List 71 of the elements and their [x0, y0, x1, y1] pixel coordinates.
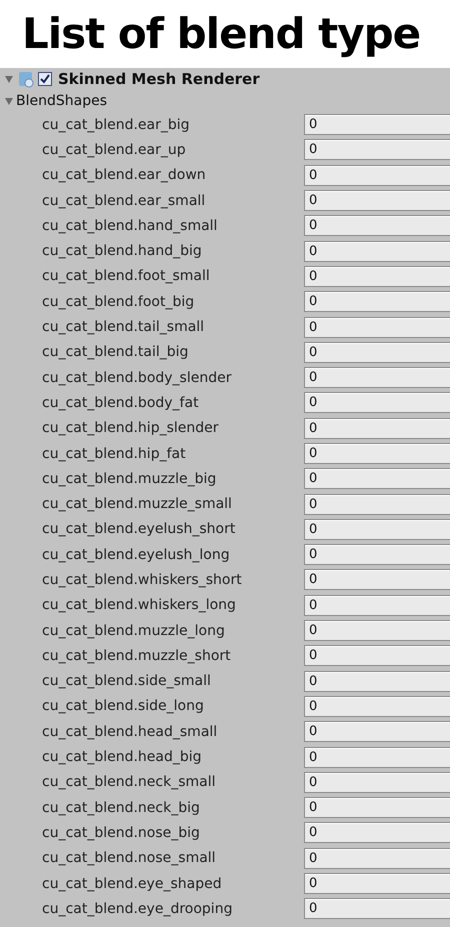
property-label: cu_cat_blend.tail_big	[41, 344, 190, 360]
value-field[interactable]: 0	[304, 164, 450, 186]
property-label: cu_cat_blend.body_fat	[41, 394, 200, 411]
foldout-arrow-icon[interactable]	[4, 96, 14, 106]
property-label: cu_cat_blend.eye_shaped	[41, 876, 223, 892]
property-label: cu_cat_blend.body_slender	[41, 370, 232, 386]
value-field[interactable]: 0	[304, 772, 450, 793]
property-label: cu_cat_blend.hip_slender	[41, 420, 220, 436]
foldout-arrow-icon[interactable]	[4, 74, 14, 84]
property-label: cu_cat_blend.neck_small	[41, 774, 217, 790]
property-label: cu_cat_blend.ear_small	[41, 192, 206, 209]
property-label: cu_cat_blend.muzzle_small	[41, 496, 233, 512]
property-label: cu_cat_blend.hand_small	[41, 218, 218, 234]
value-field[interactable]: 0	[304, 316, 450, 338]
property-label: cu_cat_blend.hip_fat	[41, 446, 187, 462]
property-label: cu_cat_blend.muzzle_big	[41, 470, 218, 487]
value-field[interactable]: 0	[304, 392, 450, 414]
property-label: cu_cat_blend.head_big	[41, 749, 203, 766]
property-label: cu_cat_blend.whiskers_short	[41, 572, 243, 588]
property-label: cu_cat_blend.foot_big	[41, 294, 196, 310]
property-label: cu_cat_blend.eye_drooping	[41, 900, 234, 917]
value-field[interactable]: 0	[304, 291, 450, 312]
property-label: cu_cat_blend.foot_small	[41, 268, 211, 284]
property-label: cu_cat_blend.eyelush_short	[41, 521, 236, 538]
property-label: cu_cat_blend.neck_big	[41, 800, 201, 816]
property-label: cu_cat_blend.nose_small	[41, 850, 217, 866]
property-label: cu_cat_blend.tail_small	[41, 319, 206, 336]
value-field[interactable]: 0	[304, 139, 450, 160]
property-label: cu_cat_blend.eyelush_long	[41, 546, 231, 563]
section-label: BlendShapes	[16, 93, 107, 109]
property-label: cu_cat_blend.muzzle_short	[41, 648, 232, 664]
value-field[interactable]: 0	[304, 746, 450, 768]
property-label: cu_cat_blend.side_long	[41, 698, 205, 714]
value-field[interactable]: 0	[304, 797, 450, 818]
value-field[interactable]: 0	[304, 721, 450, 742]
property-label: cu_cat_blend.whiskers_long	[41, 597, 237, 614]
value-field[interactable]: 0	[304, 873, 450, 894]
value-field[interactable]: 0	[304, 494, 450, 515]
value-field[interactable]: 0	[304, 266, 450, 287]
value-field[interactable]: 0	[304, 190, 450, 212]
value-field[interactable]: 0	[304, 898, 450, 920]
value-field[interactable]: 0	[304, 544, 450, 566]
value-field[interactable]: 0	[304, 114, 450, 136]
value-field[interactable]: 0	[304, 215, 450, 236]
property-label: cu_cat_blend.head_small	[41, 724, 218, 740]
property-label: cu_cat_blend.muzzle_long	[41, 622, 226, 639]
value-field[interactable]: 0	[304, 418, 450, 439]
value-field[interactable]: 0	[304, 518, 450, 540]
enable-checkbox[interactable]	[38, 72, 52, 86]
value-field[interactable]: 0	[304, 240, 450, 262]
value-field[interactable]: 0	[304, 569, 450, 590]
value-field[interactable]: 0	[304, 645, 450, 666]
property-label: cu_cat_blend.nose_big	[41, 824, 201, 841]
value-field[interactable]: 0	[304, 594, 450, 616]
value-field[interactable]: 0	[304, 468, 450, 490]
property-label: cu_cat_blend.ear_down	[41, 167, 207, 184]
value-field[interactable]: 0	[304, 367, 450, 388]
property-label: cu_cat_blend.ear_big	[41, 116, 191, 133]
value-field[interactable]: 0	[304, 670, 450, 692]
mesh-icon	[17, 70, 35, 88]
value-field[interactable]: 0	[304, 443, 450, 464]
page-title: List of blend type	[0, 0, 450, 68]
value-field[interactable]: 0	[304, 822, 450, 844]
property-label: cu_cat_blend.side_small	[41, 673, 212, 690]
component-name: Skinned Mesh Renderer	[58, 70, 260, 88]
value-field[interactable]: 0	[304, 696, 450, 717]
value-field[interactable]: 0	[304, 620, 450, 642]
property-label: cu_cat_blend.hand_big	[41, 243, 203, 260]
value-field[interactable]: 0	[304, 342, 450, 363]
value-field[interactable]: 0	[304, 848, 450, 869]
property-label: cu_cat_blend.ear_up	[41, 142, 187, 158]
